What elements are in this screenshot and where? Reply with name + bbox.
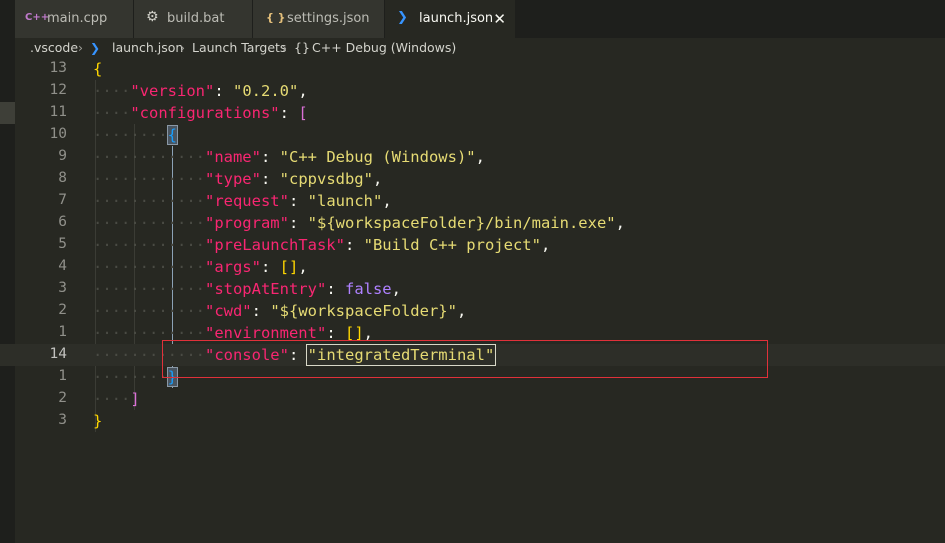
line-number: 1 xyxy=(58,324,67,340)
tab-launch-json[interactable]: ❯ launch.json ✕ xyxy=(385,0,515,38)
breadcrumb-section[interactable]: Launch Targets xyxy=(192,38,286,58)
tab-build-bat[interactable]: ⚙ build.bat xyxy=(134,0,252,38)
json-key: "name" xyxy=(204,148,261,166)
json-key: "args" xyxy=(204,258,261,276)
line-number: 6 xyxy=(58,214,67,230)
line-number: 10 xyxy=(49,126,67,142)
json-value: "launch" xyxy=(307,192,383,210)
gear-icon: ⚙ xyxy=(146,9,159,25)
json-value: false xyxy=(344,280,392,298)
code-editor[interactable]: 13 { 12 ····"version": "0.2.0", 11 ····"… xyxy=(0,58,945,543)
line-number: 3 xyxy=(58,280,67,296)
code-line: 8 ············"type": "cppvsdbg", xyxy=(0,168,945,190)
line-number: 5 xyxy=(58,236,67,252)
line-number: 2 xyxy=(58,302,67,318)
json-value: "${workspaceFolder}/bin/main.exe" xyxy=(307,214,616,232)
code-line: 3 } xyxy=(0,410,945,432)
vscode-logo-icon: ❯ xyxy=(90,41,101,55)
chevron-right-icon: › xyxy=(282,40,287,55)
code-line: 10 ········{ xyxy=(0,124,945,146)
json-key: "version" xyxy=(130,82,215,100)
line-number: 4 xyxy=(58,258,67,274)
json-value: "Build C++ project" xyxy=(363,236,541,254)
json-key: "cwd" xyxy=(204,302,252,320)
tab-bar: C++ main.cpp ⚙ build.bat { } settings.js… xyxy=(0,0,945,38)
line-number: 7 xyxy=(58,192,67,208)
matched-bracket: { xyxy=(166,125,179,145)
tab-settings-json[interactable]: { } settings.json xyxy=(253,0,384,38)
line-number: 13 xyxy=(49,60,67,76)
json-key: "program" xyxy=(204,214,289,232)
code-line: 5 ············"preLaunchTask": "Build C+… xyxy=(0,234,945,256)
code-line: 2 ············"cwd": "${workspaceFolder}… xyxy=(0,300,945,322)
tab-label: settings.json xyxy=(287,11,370,26)
code-line: 11 ····"configurations": [ xyxy=(0,102,945,124)
vscode-logo-icon: ❯ xyxy=(397,10,408,25)
line-number: 3 xyxy=(58,412,67,428)
breadcrumb-folder[interactable]: .vscode xyxy=(30,38,78,58)
tab-label: main.cpp xyxy=(47,11,108,26)
line-number: 2 xyxy=(58,390,67,406)
json-value: "0.2.0" xyxy=(233,82,299,100)
code-line: 2 ····] xyxy=(0,388,945,410)
json-value: "C++ Debug (Windows)" xyxy=(279,148,476,166)
code-line: 12 ····"version": "0.2.0", xyxy=(0,80,945,102)
code-line: 4 ············"args": [], xyxy=(0,256,945,278)
code-line: 13 { xyxy=(0,58,945,80)
code-line: 6 ············"program": "${workspaceFol… xyxy=(0,212,945,234)
json-key: "preLaunchTask" xyxy=(204,236,345,254)
line-number: 9 xyxy=(58,148,67,164)
chevron-right-icon: › xyxy=(78,40,83,55)
line-number: 1 xyxy=(58,368,67,384)
json-key: "type" xyxy=(204,170,261,188)
line-number: 8 xyxy=(58,170,67,186)
highlight-box xyxy=(162,340,768,378)
cpp-file-icon: C++ xyxy=(25,12,50,23)
code-line: 3 ············"stopAtEntry": false, xyxy=(0,278,945,300)
code-line: 9 ············"name": "C++ Debug (Window… xyxy=(0,146,945,168)
line-number: 14 xyxy=(49,346,67,362)
code-line: 7 ············"request": "launch", xyxy=(0,190,945,212)
json-value: "${workspaceFolder}" xyxy=(270,302,457,320)
tab-label: build.bat xyxy=(167,11,225,26)
json-braces-icon: { } xyxy=(266,11,286,24)
json-value: "cppvsdbg" xyxy=(279,170,373,188)
close-icon[interactable]: ✕ xyxy=(493,10,506,28)
json-key: "stopAtEntry" xyxy=(204,280,327,298)
tab-main-cpp[interactable]: C++ main.cpp xyxy=(15,0,133,38)
line-number: 12 xyxy=(49,82,67,98)
line-number: 11 xyxy=(49,104,67,120)
object-braces-icon: {} xyxy=(294,40,310,55)
breadcrumb-item[interactable]: C++ Debug (Windows) xyxy=(312,38,456,58)
json-key: "request" xyxy=(204,192,289,210)
tab-label: launch.json xyxy=(419,11,494,26)
breadcrumb: .vscode › ❯ launch.json › Launch Targets… xyxy=(0,38,945,58)
breadcrumb-file[interactable]: launch.json xyxy=(112,38,183,58)
chevron-right-icon: › xyxy=(180,40,185,55)
json-key: "configurations" xyxy=(130,104,280,122)
